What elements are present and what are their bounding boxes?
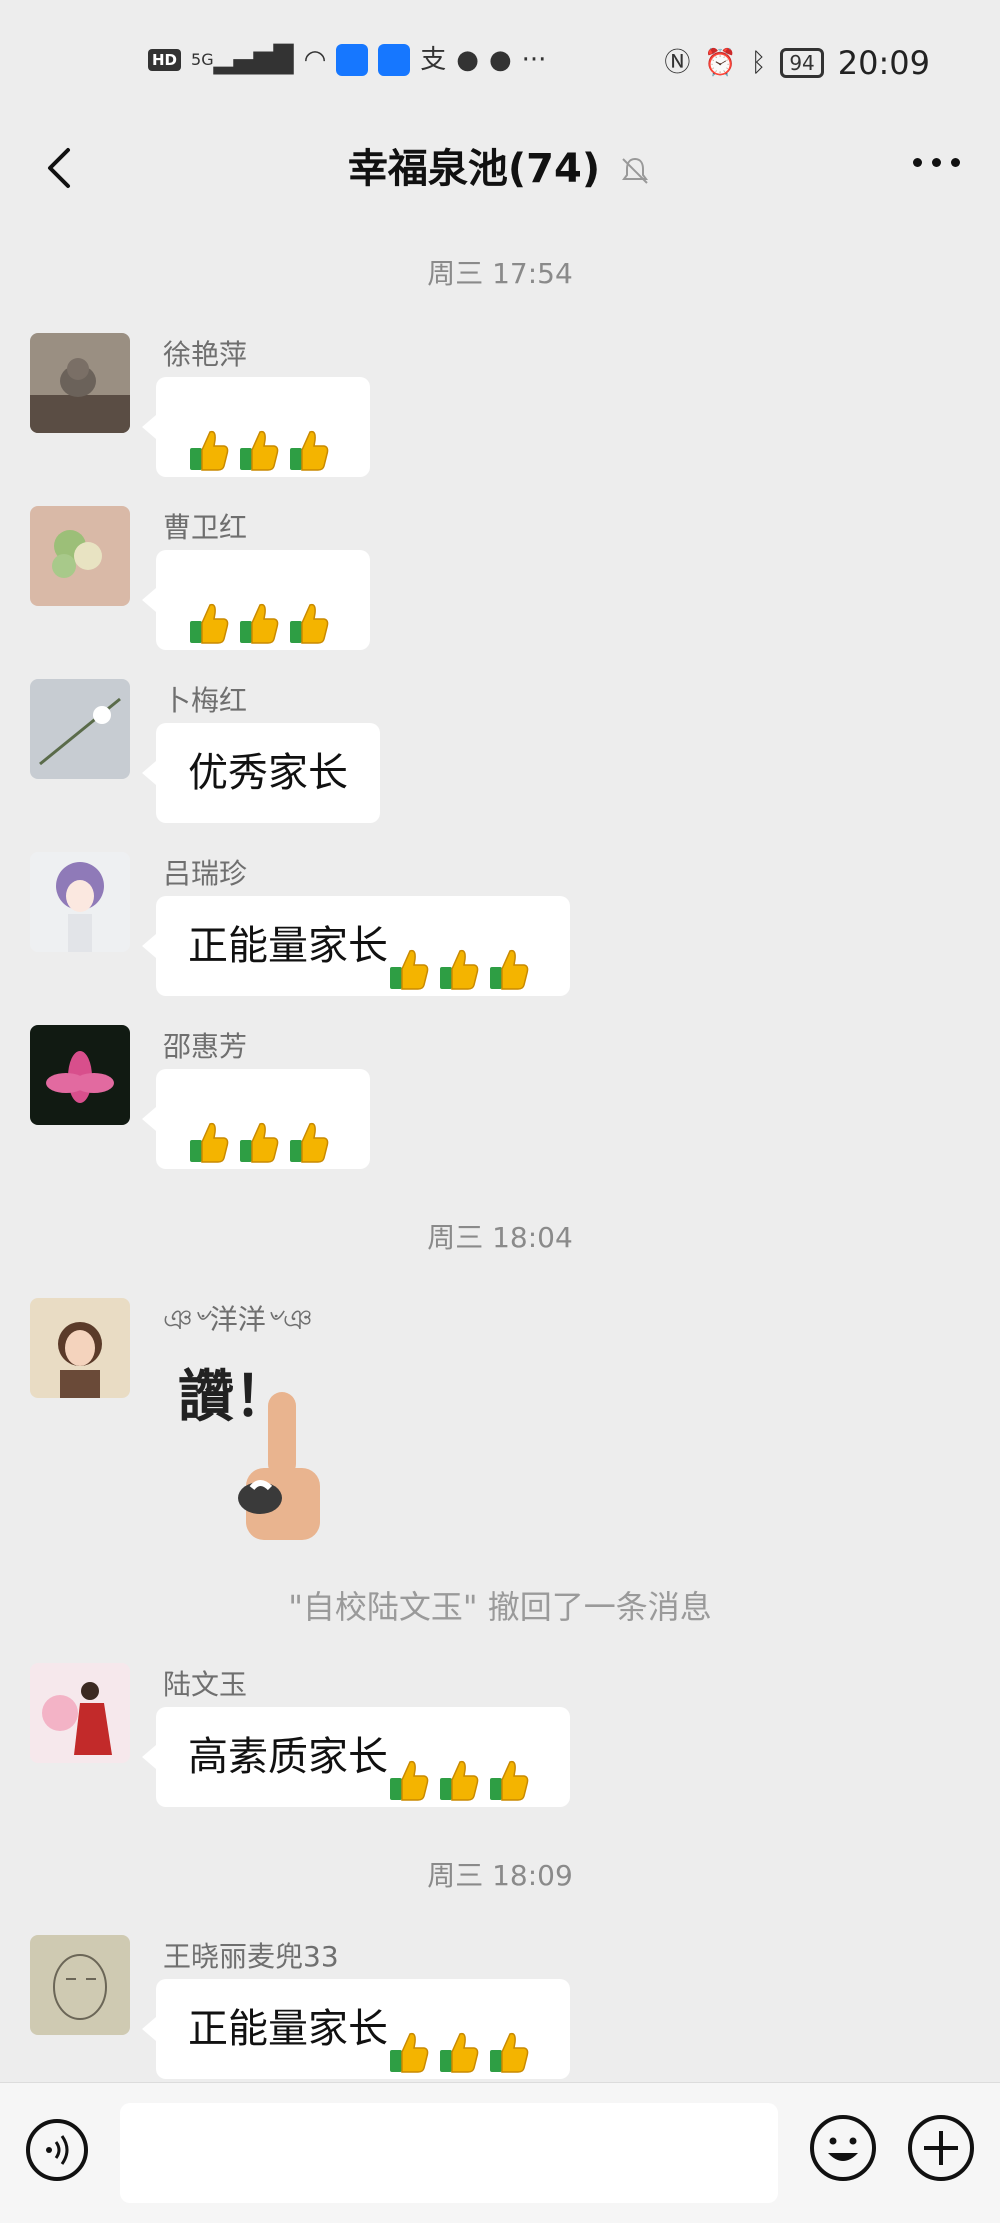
sender-name: 徐艳萍 bbox=[163, 338, 248, 371]
message-bubble[interactable]: 正能量家长 bbox=[142, 896, 570, 998]
plus-icon[interactable] bbox=[906, 2113, 976, 2183]
girl-avatar-image bbox=[30, 852, 130, 952]
status-bar: HD 5G▂▄▆█ ◠ 支 ● ● ··· Ⓝ ⏰ ᛒ 94 20:09 bbox=[0, 0, 1000, 120]
thumbs-up-icon bbox=[288, 582, 330, 644]
timestamp: 周三 18:09 bbox=[427, 1859, 573, 1892]
thumbs-up-icon bbox=[488, 1739, 530, 1801]
message-bubble[interactable]: 正能量家长 bbox=[142, 1979, 570, 2081]
thumbs-up-group bbox=[188, 379, 338, 479]
avatar[interactable] bbox=[30, 506, 130, 606]
emoji-icon[interactable] bbox=[808, 2113, 878, 2183]
avatar[interactable] bbox=[30, 333, 130, 433]
thumbs-up-icon bbox=[188, 1101, 230, 1163]
timestamp: 周三 17:54 bbox=[427, 257, 573, 290]
qq-icon: ● bbox=[456, 45, 479, 75]
thumbs-up-icon bbox=[188, 582, 230, 644]
battery-icon: 94 bbox=[780, 48, 824, 78]
thumbs-up-icon bbox=[388, 2011, 430, 2073]
thumbs-up-icon bbox=[488, 928, 530, 990]
voice-input-button[interactable] bbox=[26, 2119, 88, 2181]
thumbs-up-icon bbox=[488, 2011, 530, 2073]
avatar[interactable] bbox=[30, 1663, 130, 1763]
more-status-icon: ··· bbox=[521, 45, 547, 75]
message-text: 正能量家长 bbox=[188, 2006, 388, 2052]
thumbs-up-group bbox=[188, 552, 338, 652]
thumbs-up-icon bbox=[288, 1101, 330, 1163]
avatar[interactable] bbox=[30, 1025, 130, 1125]
dot-icon bbox=[951, 158, 960, 167]
nfc-icon: Ⓝ bbox=[664, 48, 691, 78]
message-bubble[interactable] bbox=[142, 377, 370, 479]
message-bubble[interactable]: 优秀家长 bbox=[142, 723, 380, 823]
sender-name: 王晓丽麦兜33 bbox=[163, 1940, 339, 1973]
avatar[interactable] bbox=[30, 1298, 130, 1398]
avatar[interactable] bbox=[30, 679, 130, 779]
dot-icon bbox=[932, 158, 941, 167]
thumbs-up-group bbox=[388, 1709, 538, 1809]
more-options-button[interactable] bbox=[913, 158, 960, 167]
message-text: 高素质家长 bbox=[188, 1734, 388, 1780]
thumbs-up-icon bbox=[288, 409, 330, 471]
alarm-icon: ⏰ bbox=[704, 48, 737, 78]
sender-name: 陆文玉 bbox=[163, 1668, 248, 1701]
status-right: Ⓝ ⏰ ᛒ 94 20:09 bbox=[664, 44, 930, 82]
cat-avatar-image bbox=[30, 333, 130, 433]
hd-icon: HD bbox=[148, 49, 182, 71]
dot-icon bbox=[913, 158, 922, 167]
voice-icon bbox=[46, 2135, 69, 2165]
clock: 20:09 bbox=[837, 44, 930, 82]
recall-notice: "自校陆文玉" 撤回了一条消息 bbox=[288, 1588, 712, 1626]
avatar[interactable] bbox=[30, 852, 130, 952]
chat-area[interactable]: 周三 17:54 徐艳萍 曹卫红 卜梅红 优秀家长 吕瑞珍 正能量家长 邵惠芳 … bbox=[0, 220, 1000, 2082]
nav-bar: 幸福泉池(74) bbox=[0, 120, 1000, 220]
timestamp: 周三 18:04 bbox=[427, 1221, 573, 1254]
thumbs-up-group bbox=[388, 898, 538, 998]
wifi-icon: ◠ bbox=[303, 45, 327, 75]
input-bar bbox=[0, 2082, 1000, 2223]
avatar[interactable] bbox=[30, 1935, 130, 2035]
message-icon: ● bbox=[488, 45, 512, 75]
sender-name: ঞ৺洋洋৺ঞ bbox=[163, 1303, 313, 1336]
red-dress-avatar-image bbox=[30, 1663, 130, 1763]
flowers-avatar-image bbox=[30, 506, 130, 606]
alipay-icon: 支 bbox=[420, 45, 447, 75]
signal-label: 5G bbox=[191, 50, 214, 69]
thumbs-up-icon bbox=[188, 409, 230, 471]
sender-name: 邵惠芳 bbox=[163, 1030, 248, 1063]
message-bubble[interactable]: 高素质家长 bbox=[142, 1707, 570, 1809]
sender-name: 曹卫红 bbox=[163, 511, 248, 544]
app-icon-1 bbox=[336, 44, 369, 76]
mute-icon bbox=[622, 157, 649, 184]
thumbs-up-group bbox=[388, 1981, 538, 2081]
thumbs-up-sticker[interactable]: 讚！ bbox=[170, 1348, 370, 1548]
message-text: 优秀家长 bbox=[188, 750, 348, 796]
bluetooth-icon: ᛒ bbox=[750, 48, 767, 78]
thumbs-up-icon bbox=[438, 1739, 480, 1801]
thumbs-up-group bbox=[188, 1071, 338, 1171]
sender-name: 卜梅红 bbox=[163, 684, 248, 717]
thumbs-up-icon bbox=[238, 1101, 280, 1163]
thumbs-up-icon bbox=[438, 2011, 480, 2073]
status-left: HD 5G▂▄▆█ ◠ 支 ● ● ··· bbox=[148, 44, 546, 76]
signal-icon: 5G▂▄▆█ bbox=[191, 45, 294, 75]
sketch-avatar-image bbox=[30, 1935, 130, 2035]
chat-title-wrap: 幸福泉池(74) bbox=[0, 136, 1000, 194]
app-icon-2 bbox=[378, 44, 411, 76]
thumbs-up-icon bbox=[238, 409, 280, 471]
message-bubble[interactable] bbox=[142, 550, 370, 652]
chat-title: 幸福泉池(74) bbox=[347, 146, 601, 192]
thumbs-up-icon bbox=[238, 582, 280, 644]
lotus-avatar-image bbox=[30, 1025, 130, 1125]
orchid-avatar-image bbox=[30, 679, 130, 779]
message-text: 正能量家长 bbox=[188, 923, 388, 969]
message-input[interactable] bbox=[120, 2103, 778, 2203]
message-bubble[interactable] bbox=[142, 1069, 370, 1171]
thumbs-up-icon bbox=[438, 928, 480, 990]
thumbs-up-icon bbox=[388, 1739, 430, 1801]
sender-name: 吕瑞珍 bbox=[163, 857, 248, 890]
sticker-text: 讚！ bbox=[178, 1364, 290, 1430]
woman-avatar-image bbox=[30, 1298, 130, 1398]
thumbs-up-icon bbox=[388, 928, 430, 990]
